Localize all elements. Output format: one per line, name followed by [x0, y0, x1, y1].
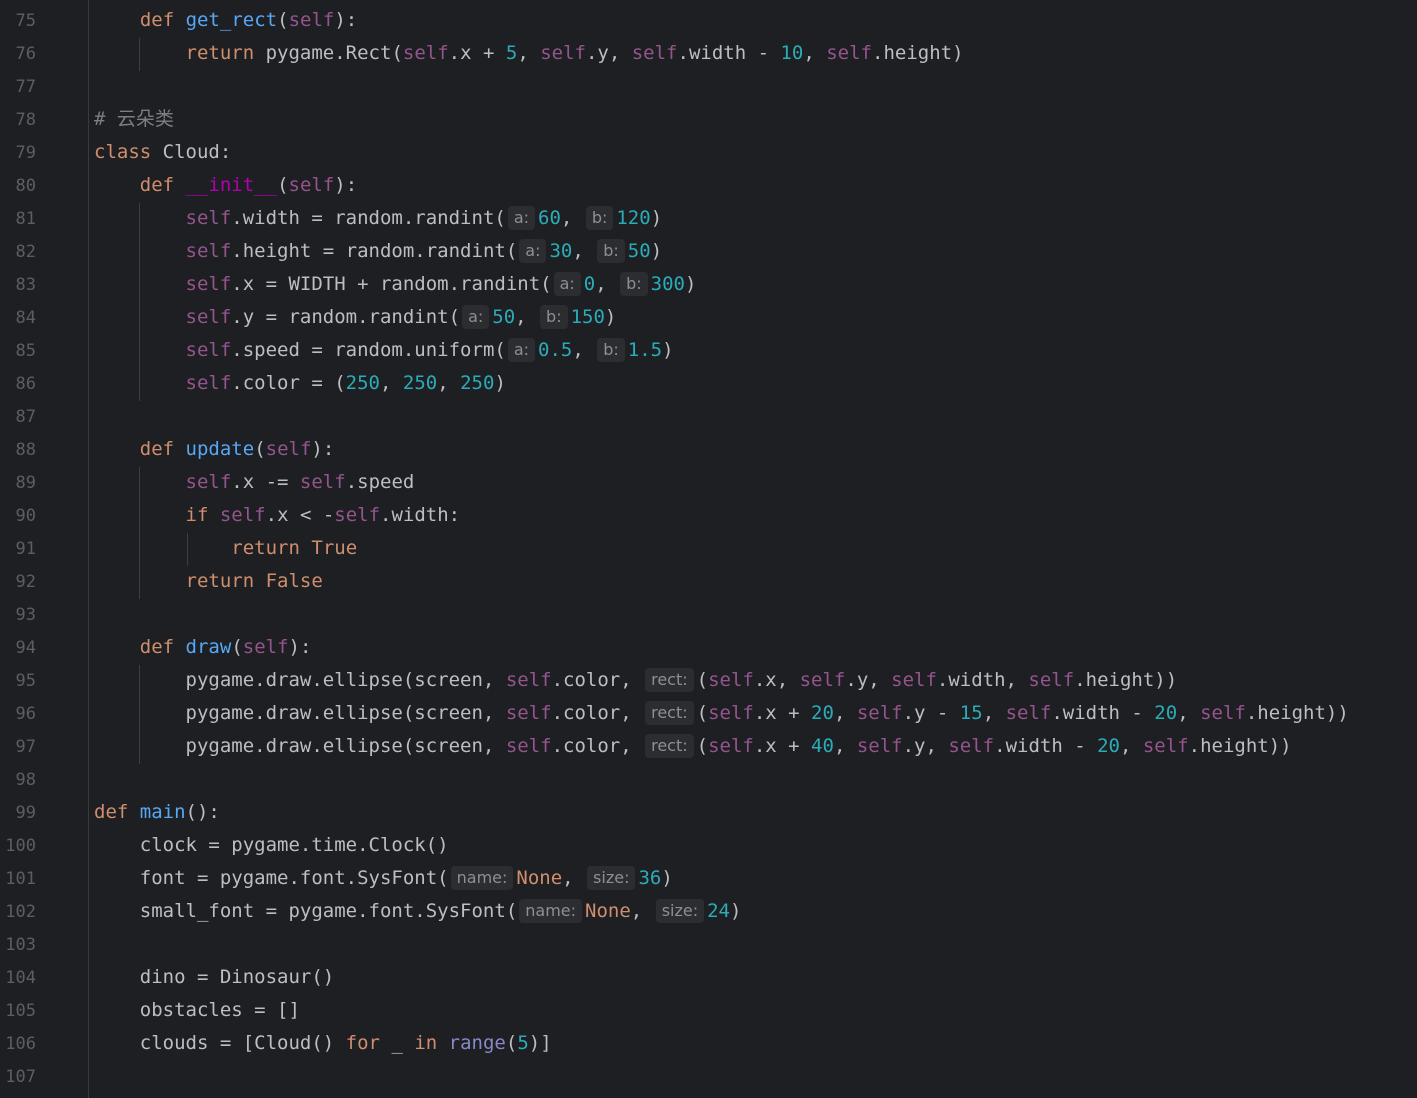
line-number: 76	[15, 44, 36, 64]
code-editor[interactable]: 75 76 77 78 79 80 81 82 83 84 85 86 87 8…	[0, 0, 1417, 1098]
code-line[interactable]: def draw(self):	[94, 631, 312, 664]
line-number: 107	[5, 1067, 36, 1087]
param-hint: a:	[507, 338, 536, 362]
line-number: 106	[5, 1034, 36, 1054]
line-number: 97	[15, 737, 36, 757]
code-line[interactable]: self.x = WIDTH + random.randint(a: 0, b: 3…	[94, 268, 696, 301]
code-line[interactable]: pygame.draw.ellipse(screen, self.color, …	[94, 697, 1349, 730]
code-line[interactable]: def get_rect(self):	[94, 4, 357, 37]
line-number: 100	[5, 836, 36, 856]
line-number: 84	[15, 308, 36, 328]
code-line[interactable]: clouds = [Cloud() for _ in range(5)]	[94, 1027, 552, 1060]
param-hint: a:	[507, 206, 536, 230]
line-number: 83	[15, 275, 36, 295]
line-number: 99	[15, 803, 36, 823]
code-line[interactable]: self.color = (250, 250, 250)	[94, 367, 506, 400]
code-line[interactable]: self.height = random.randint(a: 30, b: 50)	[94, 235, 662, 268]
code-line[interactable]: return True	[94, 532, 357, 565]
code-line[interactable]: self.width = random.randint(a: 60, b: 120)	[94, 202, 662, 235]
line-number: 105	[5, 1001, 36, 1021]
param-hint: size:	[655, 899, 705, 923]
code-line[interactable]: small_font = pygame.font.SysFont(name: No…	[94, 895, 741, 928]
code-line[interactable]: if self.x < -self.width:	[94, 499, 461, 532]
line-number: 78	[15, 110, 36, 130]
param-hint: name:	[519, 899, 583, 923]
param-hint: rect:	[645, 734, 694, 758]
param-hint: a:	[462, 305, 490, 329]
param-hint: name:	[450, 866, 514, 890]
line-number: 89	[15, 473, 36, 493]
line-number: 75	[15, 11, 36, 31]
param-hint: a:	[553, 272, 581, 296]
line-number: 85	[15, 341, 36, 361]
line-number: 93	[15, 605, 36, 625]
line-number: 87	[15, 407, 36, 427]
line-number: 79	[15, 143, 36, 163]
param-hint: size:	[587, 866, 636, 890]
line-number: 80	[15, 176, 36, 196]
param-hint: b:	[585, 206, 614, 230]
code-line[interactable]: self.y = random.randint(a: 50, b: 150)	[94, 301, 616, 334]
line-number: 95	[15, 671, 36, 691]
code-line[interactable]: class Cloud:	[94, 136, 231, 169]
line-number: 81	[15, 209, 36, 229]
code-line[interactable]: def main():	[94, 796, 220, 829]
param-hint: b:	[597, 338, 625, 362]
line-number: 77	[15, 77, 36, 97]
param-hint: rect:	[645, 668, 694, 692]
line-number: 92	[15, 572, 36, 592]
code-line[interactable]: pygame.draw.ellipse(screen, self.color, …	[94, 730, 1292, 763]
line-number: 101	[5, 869, 36, 889]
code-line[interactable]: clock = pygame.time.Clock()	[94, 829, 449, 862]
line-number: 90	[15, 506, 36, 526]
line-number: 82	[15, 242, 36, 262]
code-line[interactable]: return False	[94, 565, 323, 598]
line-number: 103	[5, 935, 36, 955]
code-line[interactable]: def __init__(self):	[94, 169, 357, 202]
code-line[interactable]: def update(self):	[94, 433, 335, 466]
code-line[interactable]: obstacles = []	[94, 994, 300, 1027]
code-line[interactable]: self.x -= self.speed	[94, 466, 415, 499]
line-number: 102	[5, 902, 36, 922]
param-hint: a:	[519, 239, 547, 263]
code-comment[interactable]: # 云朵类	[94, 103, 174, 136]
param-hint: b:	[620, 272, 648, 296]
param-hint: b:	[540, 305, 568, 329]
line-number: 94	[15, 638, 36, 658]
code-line[interactable]: dino = Dinosaur()	[94, 961, 334, 994]
line-number: 88	[15, 440, 36, 460]
line-number: 86	[15, 374, 36, 394]
code-line[interactable]: self.speed = random.uniform(a: 0.5, b: 1.5…	[94, 334, 674, 367]
param-hint: rect:	[645, 701, 694, 725]
line-number: 98	[15, 770, 36, 790]
code-line[interactable]: return pygame.Rect(self.x + 5, self.y, s…	[94, 37, 964, 70]
line-number: 104	[5, 968, 36, 988]
code-line[interactable]: font = pygame.font.SysFont(name: None, si…	[94, 862, 673, 895]
param-hint: b:	[597, 239, 625, 263]
gutter-separator	[88, 0, 89, 1098]
line-number: 91	[15, 539, 36, 559]
code-line[interactable]: pygame.draw.ellipse(screen, self.color, …	[94, 664, 1177, 697]
line-number: 96	[15, 704, 36, 724]
